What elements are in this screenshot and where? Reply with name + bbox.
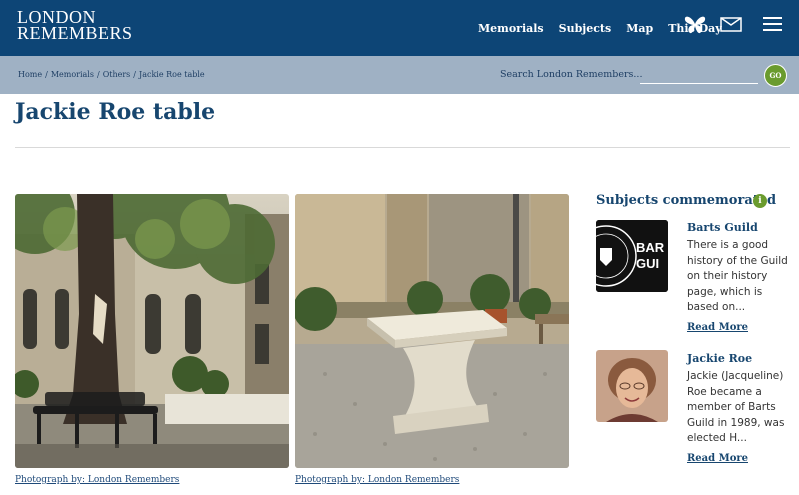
breadcrumb-home[interactable]: Home xyxy=(18,70,42,79)
logo-line-2: REMEMBERS xyxy=(17,23,133,43)
subject-desc-barts-guild: There is a good history of the Guild on … xyxy=(687,239,788,313)
title-divider xyxy=(15,147,790,148)
nav-memorials[interactable]: Memorials xyxy=(478,22,544,35)
read-more-jackie-roe[interactable]: Read More xyxy=(687,453,748,464)
search-input[interactable] xyxy=(640,62,758,84)
breadcrumb: Home / Memorials / Others / Jackie Roe table xyxy=(18,70,205,79)
search-label: Search London Remembers... xyxy=(500,69,643,80)
memorial-photo-table[interactable] xyxy=(295,194,569,468)
jackie-roe-thumbnail[interactable] xyxy=(596,350,668,422)
site-header: LONDON REMEMBERS Memorials Subjects Map … xyxy=(0,0,799,56)
breadcrumb-current: Jackie Roe table xyxy=(138,70,205,79)
thumb-text-line-1: BAR xyxy=(636,240,665,255)
breadcrumb-others[interactable]: Others xyxy=(103,70,131,79)
breadcrumb-separator: / xyxy=(133,70,136,79)
search-go-button[interactable]: GO xyxy=(764,64,787,87)
page-title: Jackie Roe table xyxy=(15,99,216,125)
subject-desc-jackie-roe: Jackie (Jacqueline) Roe became a member … xyxy=(687,370,785,444)
nav-subjects[interactable]: Subjects xyxy=(559,22,612,35)
thumb-text-line-2: GUI xyxy=(636,256,660,271)
photo-credit-1[interactable]: Photograph by: London Remembers xyxy=(15,475,179,485)
subject-name-jackie-roe[interactable]: Jackie Roe xyxy=(687,352,752,365)
breadcrumb-separator: / xyxy=(96,70,100,79)
hamburger-menu-icon[interactable] xyxy=(763,17,782,31)
read-more-barts-guild[interactable]: Read More xyxy=(687,322,748,333)
barts-guild-thumbnail[interactable]: BAR GUI xyxy=(596,220,668,292)
butterfly-icon[interactable] xyxy=(684,15,706,35)
breadcrumb-separator: / xyxy=(45,70,48,79)
subjects-heading: Subjects commemorated xyxy=(596,193,777,208)
breadcrumb-memorials[interactable]: Memorials xyxy=(51,70,94,79)
memorial-photo-courtyard[interactable] xyxy=(15,194,289,468)
info-icon[interactable]: i xyxy=(753,194,767,208)
nav-map[interactable]: Map xyxy=(626,22,653,35)
barts-guild-thumb-text: BAR GUI xyxy=(636,240,664,272)
subject-name-barts-guild[interactable]: Barts Guild xyxy=(687,221,758,234)
site-logo[interactable]: LONDON REMEMBERS xyxy=(17,8,133,43)
photo-credit-2[interactable]: Photograph by: London Remembers xyxy=(295,475,459,485)
envelope-icon[interactable] xyxy=(720,17,742,32)
